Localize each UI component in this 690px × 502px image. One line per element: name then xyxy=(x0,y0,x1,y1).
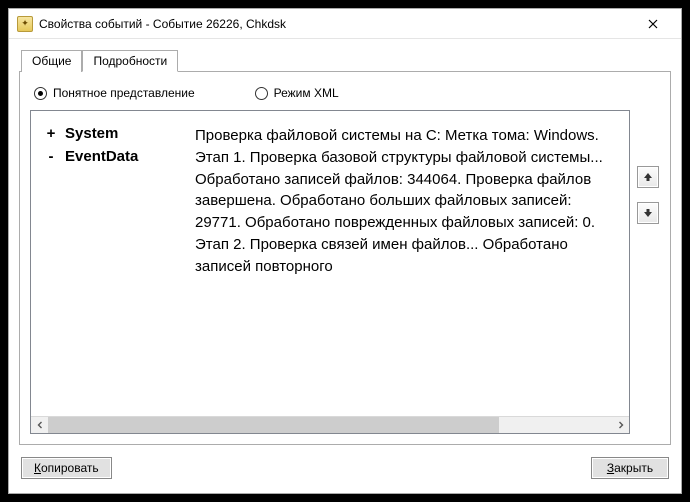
tab-general[interactable]: Общие xyxy=(21,50,82,72)
tree-label-system: System xyxy=(65,125,118,142)
arrow-down-icon xyxy=(643,208,653,218)
radio-xml-label: Режим XML xyxy=(274,86,339,100)
radio-icon xyxy=(34,87,47,100)
titlebar: ✦ Свойства событий - Событие 26226, Chkd… xyxy=(9,9,681,39)
copy-button[interactable]: Копировать xyxy=(21,457,112,479)
tree-node-system[interactable]: + System xyxy=(45,125,195,142)
previous-event-button[interactable] xyxy=(637,166,659,188)
scroll-right-button[interactable] xyxy=(612,417,629,433)
details-pane: + System - EventData Проверка файловой с… xyxy=(30,110,630,434)
dialog-window: ✦ Свойства событий - Событие 26226, Chkd… xyxy=(8,8,682,494)
view-mode-radios: Понятное представление Режим XML xyxy=(30,84,660,110)
scrollbar-track[interactable] xyxy=(48,417,612,433)
event-text: Проверка файловой системы на C: Метка то… xyxy=(195,125,619,412)
collapse-icon: - xyxy=(45,148,57,165)
horizontal-scrollbar[interactable] xyxy=(31,416,629,433)
close-icon xyxy=(648,19,658,29)
chevron-right-icon xyxy=(617,421,625,429)
close-window-button[interactable] xyxy=(633,10,673,38)
window-title: Свойства событий - Событие 26226, Chkdsk xyxy=(39,17,633,31)
tree-node-eventdata[interactable]: - EventData xyxy=(45,148,195,165)
next-event-button[interactable] xyxy=(637,202,659,224)
tab-details[interactable]: Подробности xyxy=(82,50,178,72)
close-button[interactable]: Закрыть xyxy=(591,457,669,479)
nav-column xyxy=(636,110,660,434)
tabstrip: Общие Подробности xyxy=(21,49,671,71)
radio-friendly-view[interactable]: Понятное представление xyxy=(34,86,195,100)
app-icon: ✦ xyxy=(17,16,33,32)
details-body: + System - EventData Проверка файловой с… xyxy=(31,111,629,416)
tree-column: + System - EventData xyxy=(45,125,195,412)
tab-panel-details: Понятное представление Режим XML + Syste… xyxy=(19,71,671,445)
chevron-left-icon xyxy=(36,421,44,429)
arrow-up-icon xyxy=(643,172,653,182)
expand-icon: + xyxy=(45,125,57,142)
radio-icon xyxy=(255,87,268,100)
radio-friendly-label: Понятное представление xyxy=(53,86,195,100)
client-area: Общие Подробности Понятное представление… xyxy=(9,39,681,493)
radio-xml-view[interactable]: Режим XML xyxy=(255,86,339,100)
dialog-footer: Копировать Закрыть xyxy=(19,445,671,483)
content-row: + System - EventData Проверка файловой с… xyxy=(30,110,660,434)
scrollbar-thumb[interactable] xyxy=(48,417,499,433)
scroll-left-button[interactable] xyxy=(31,417,48,433)
tree-label-eventdata: EventData xyxy=(65,148,138,165)
